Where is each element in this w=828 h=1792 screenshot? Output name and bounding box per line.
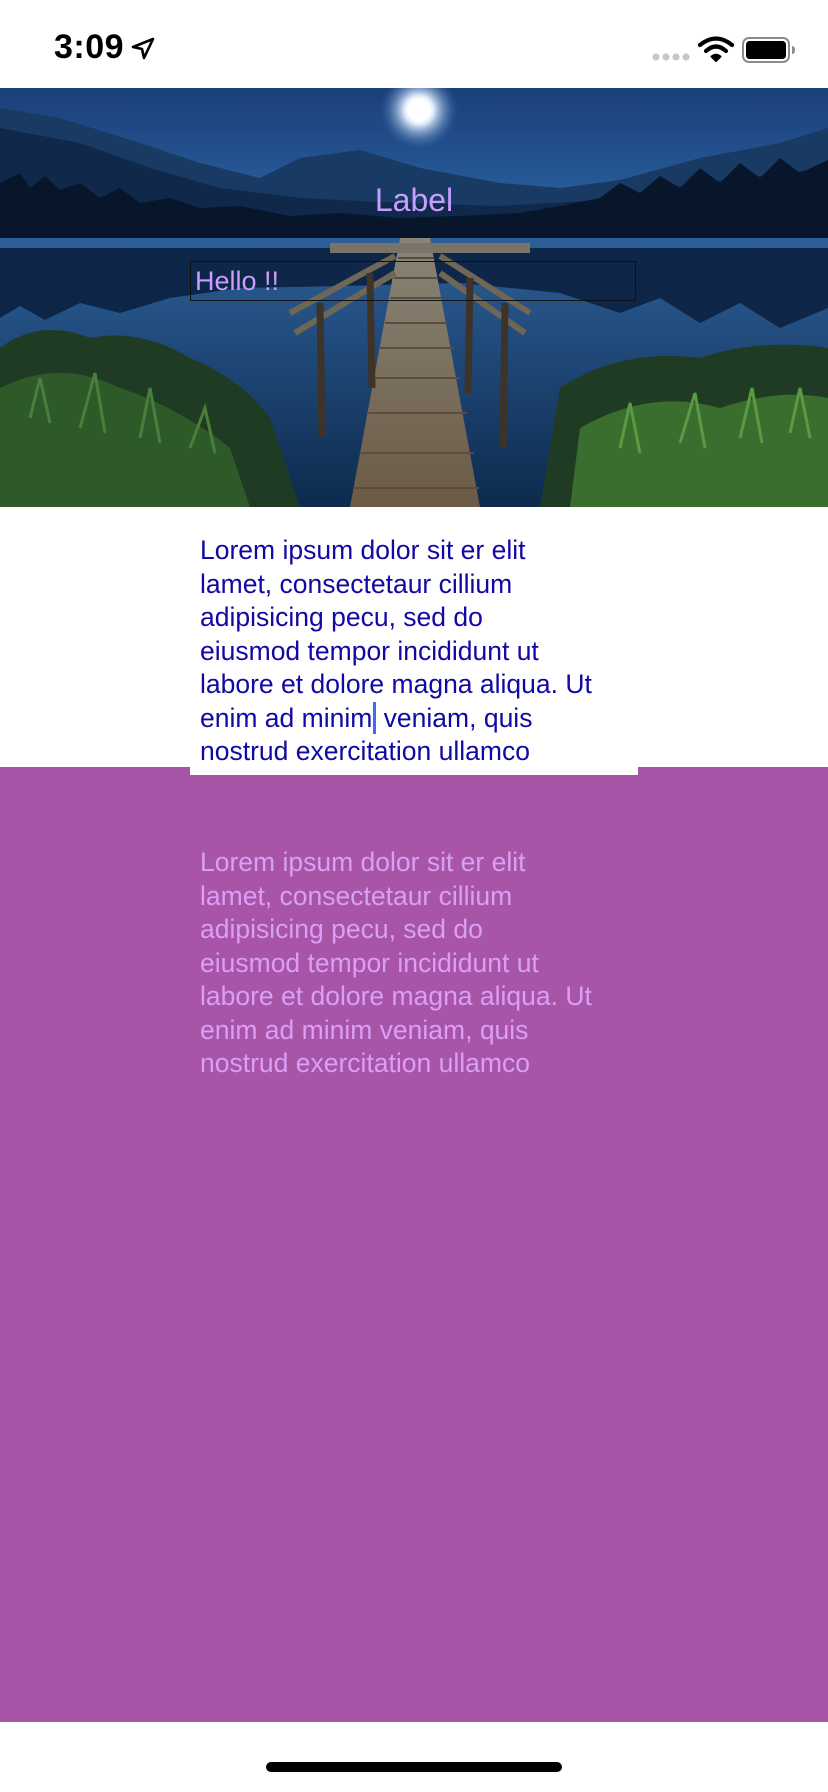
editable-text-view[interactable]: Lorem ipsum dolor sit er elit lamet, con… bbox=[190, 530, 638, 775]
text-before-caret: enim ad minim bbox=[200, 702, 373, 733]
purple-text-line: enim ad minim veniam, quis bbox=[200, 1014, 529, 1045]
purple-text-line: nostrud exercitation ullamco bbox=[200, 1048, 530, 1078]
text-line: labore et dolore magna aliqua. Ut bbox=[200, 669, 592, 699]
battery-icon bbox=[742, 37, 795, 63]
status-bar: 3:09 bbox=[0, 0, 828, 88]
text-line: lamet, consectetaur cillium bbox=[200, 568, 513, 599]
text-line: nostrud exercitation ullamco bbox=[200, 736, 530, 766]
purple-text-line: labore et dolore magna aliqua. Ut bbox=[200, 981, 592, 1011]
location-arrow-icon bbox=[131, 37, 155, 60]
purple-text-line: lamet, consectetaur cillium bbox=[200, 880, 513, 911]
purple-text-block: Lorem ipsum dolor sit er elit lamet, con… bbox=[200, 846, 640, 1081]
text-after-caret: veniam, quis bbox=[376, 702, 533, 733]
hello-text-field[interactable]: Hello !! bbox=[190, 261, 636, 301]
hero-label: Label bbox=[374, 182, 454, 218]
purple-text-line: eiusmod tempor incididunt ut bbox=[200, 947, 539, 978]
text-line: Lorem ipsum dolor sit er elit bbox=[200, 535, 526, 565]
text-line: eiusmod tempor incididunt ut bbox=[200, 635, 539, 666]
status-time: 3:09 bbox=[54, 28, 125, 66]
text-line: adipisicing pecu, sed do bbox=[200, 602, 483, 632]
wifi-icon bbox=[698, 36, 734, 62]
purple-text-line: Lorem ipsum dolor sit er elit bbox=[200, 847, 526, 877]
cellular-signal-icon bbox=[652, 53, 690, 61]
home-indicator[interactable] bbox=[266, 1762, 562, 1772]
purple-text-line: adipisicing pecu, sed do bbox=[200, 914, 483, 944]
text-line-with-caret: enim ad minim veniam, quis bbox=[200, 701, 628, 736]
